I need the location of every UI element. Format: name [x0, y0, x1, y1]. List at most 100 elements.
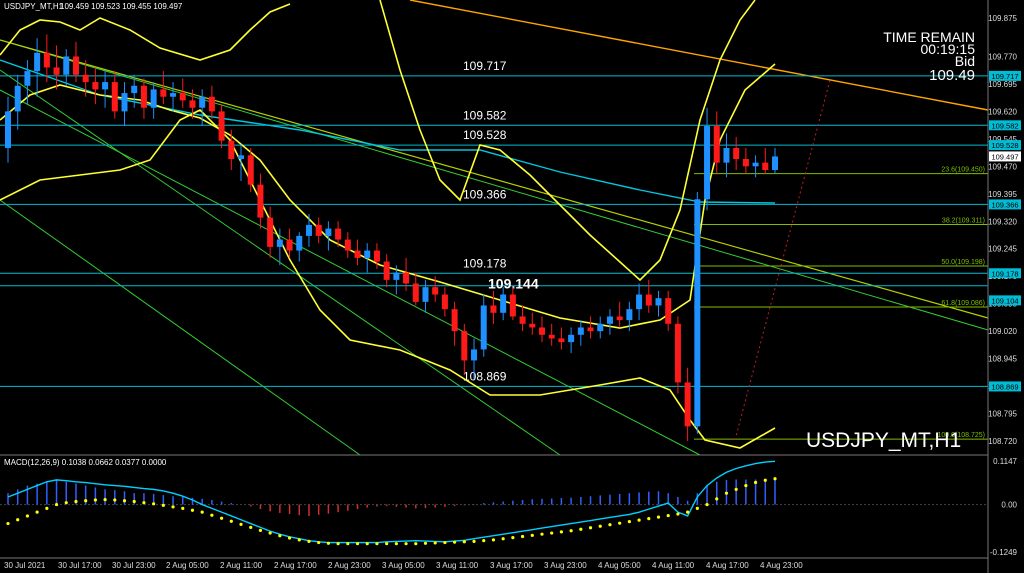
price-axis-tick: 109.320 — [988, 217, 1017, 226]
price-tag-label: 109.582 — [991, 121, 1018, 130]
time-axis-label: 2 Aug 11:00 — [220, 561, 263, 570]
time-axis-label: 2 Aug 05:00 — [166, 561, 209, 570]
time-axis-label: 3 Aug 05:00 — [382, 561, 425, 570]
macd-signal-dot — [122, 499, 127, 503]
macd-signal-dot — [268, 531, 272, 535]
price-axis-tick: 109.695 — [988, 80, 1017, 89]
macd-signal-dot — [501, 537, 505, 541]
macd-signal-dot — [530, 533, 534, 537]
candle-body — [393, 272, 400, 280]
candle-body — [412, 283, 419, 302]
macd-signal-dot — [64, 501, 68, 505]
level-price-label: 109.144 — [488, 276, 539, 292]
macd-signal-dot — [647, 517, 651, 521]
candle-body — [315, 224, 322, 236]
macd-signal-dot — [375, 542, 379, 546]
candle-body — [548, 334, 555, 339]
price-axis-tick: 108.795 — [988, 410, 1017, 419]
macd-signal-dot — [637, 518, 641, 522]
macd-signal-dot — [278, 534, 282, 538]
time-axis-label: 2 Aug 17:00 — [274, 561, 317, 570]
candle-body — [626, 309, 633, 321]
candle-body — [5, 111, 11, 149]
candle-body — [558, 338, 565, 343]
macd-signal-dot — [355, 542, 360, 546]
price-tag-label: 108.869 — [991, 382, 1018, 391]
candle-body — [82, 74, 89, 83]
candle-body — [305, 224, 312, 236]
price-tag-label: 109.104 — [991, 296, 1018, 305]
candle-body — [373, 250, 380, 262]
macd-signal-dot — [715, 497, 719, 501]
macd-signal-dot — [559, 530, 564, 534]
candle-body — [461, 331, 468, 361]
candle-body — [704, 126, 711, 200]
macd-signal-dot — [443, 540, 447, 545]
candle-body — [451, 309, 458, 332]
candle-body — [490, 305, 497, 313]
candle-body — [325, 228, 332, 236]
chart-canvas[interactable]: 109.717 109.582 109.528 109.366 109.178 109.1… — [0, 0, 1024, 573]
candle-body — [218, 111, 225, 141]
candle-body — [383, 261, 390, 280]
candle-body — [713, 126, 720, 163]
macd-signal-dot — [258, 528, 263, 532]
macd-signal-dot — [579, 527, 583, 531]
macd-axis-tick: 0.00 — [1001, 501, 1017, 510]
candle-body — [63, 56, 70, 75]
time-axis-label: 3 Aug 23:00 — [544, 561, 587, 570]
candle-body — [92, 82, 99, 90]
candle-body — [150, 89, 157, 108]
candle-body — [587, 327, 594, 332]
candle-body — [170, 93, 177, 97]
candle-body — [34, 52, 41, 72]
candle-body — [636, 294, 643, 310]
macd-signal-dot — [152, 502, 156, 506]
macd-signal-dot — [181, 506, 185, 510]
macd-signal-dot — [666, 513, 670, 518]
candle-body — [344, 239, 351, 251]
macd-signal-dot — [676, 512, 680, 516]
candle-body — [568, 334, 575, 343]
price-tag-label: 109.717 — [991, 72, 1018, 81]
candle-body — [772, 156, 778, 170]
time-axis-label: 2 Aug 23:00 — [328, 561, 371, 570]
level-price-label: 109.178 — [463, 256, 507, 270]
candle-body — [199, 96, 206, 108]
price-axis-tick: 109.875 — [988, 14, 1017, 23]
candle-body — [684, 382, 691, 427]
candle-body — [752, 162, 759, 167]
price-tag-label: 109.497 — [991, 152, 1018, 161]
price-axis-tick: 108.720 — [988, 437, 1017, 446]
candle-body — [480, 305, 487, 350]
macd-signal-dot — [346, 542, 350, 546]
candle-body — [208, 96, 215, 112]
macd-axis-tick: -0.1249 — [990, 548, 1018, 557]
macd-signal-dot — [588, 526, 593, 530]
candle-body — [247, 155, 254, 185]
macd-signal-dot — [482, 539, 486, 543]
level-price-label: 109.582 — [463, 108, 507, 122]
fib-level-label: 38.2(109.311) — [942, 218, 985, 225]
candle-body — [674, 323, 681, 383]
candle-body — [179, 93, 186, 101]
candle-body — [131, 85, 138, 94]
macd-signal-dot — [249, 525, 253, 529]
macd-signal-dot — [423, 541, 428, 545]
macd-signal-dot — [404, 542, 408, 546]
candle-body — [160, 89, 167, 97]
macd-signal-dot — [219, 516, 224, 520]
time-axis-label: 4 Aug 17:00 — [706, 561, 749, 570]
macd-signal-dot — [132, 499, 136, 504]
candle-body — [403, 272, 410, 284]
time-axis-label: 4 Aug 23:00 — [760, 561, 803, 570]
macd-signal-dot — [618, 521, 622, 525]
macd-signal-dot — [511, 536, 515, 540]
macd-signal-dot — [307, 539, 311, 544]
macd-signal-dot — [45, 506, 49, 510]
level-price-label: 109.366 — [463, 187, 507, 201]
macd-signal-dot — [161, 503, 165, 507]
candle-body — [471, 349, 478, 361]
macd-signal-dot — [190, 508, 195, 512]
bid-value: 109.49 — [929, 67, 975, 84]
